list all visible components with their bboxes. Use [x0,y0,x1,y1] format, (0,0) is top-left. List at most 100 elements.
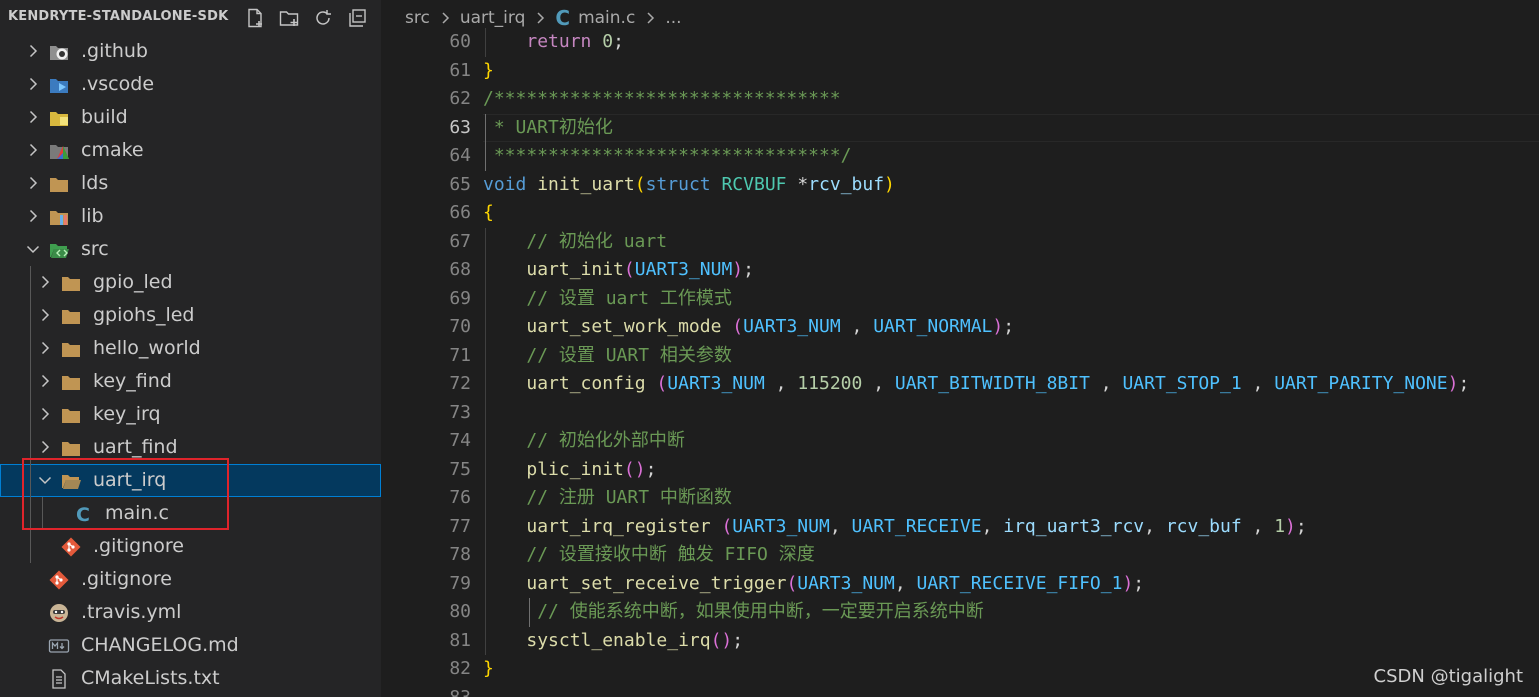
chevron-right-icon[interactable] [24,141,42,159]
chevron-right-icon[interactable] [36,306,54,324]
tree-folder-key-irq[interactable]: key_irq [0,398,381,431]
code-line[interactable]: 65 void init_uart(struct RCVBUF *rcv_buf) [381,171,1539,200]
code-token: ( [634,173,646,195]
code-line[interactable]: 70 uart_set_work_mode (UART3_NUM , UART_… [381,313,1539,342]
code-line[interactable]: 76 // 注册 UART 中断函数 [381,484,1539,513]
code-line[interactable]: 71 // 设置 UART 相关参数 [381,341,1539,370]
tree-file-gitignore[interactable]: .gitignore [0,530,381,563]
code-token: UART3_NUM [634,259,733,280]
line-code: return 0; [483,28,624,57]
chevron-right-icon[interactable] [24,42,42,60]
line-code: } [483,655,494,684]
tree-folder-cmake[interactable]: cmake [0,134,381,167]
svg-text:C: C [76,504,90,525]
code-line[interactable]: 83 [381,684,1539,697]
tree-folder-gpio-led[interactable]: gpio_led [0,266,381,299]
code-line[interactable]: 72 uart_config (UART3_NUM , 115200 , UAR… [381,370,1539,399]
chevron-down-icon[interactable] [36,471,54,489]
code-line[interactable]: 77 uart_irq_register (UART3_NUM, UART_RE… [381,512,1539,541]
code-line[interactable]: 63 * UART初始化 [381,113,1539,142]
code-token: } [483,658,494,679]
tree-folder-vscode[interactable]: .vscode [0,68,381,101]
refresh-icon[interactable] [306,4,340,32]
tree-file-main-c[interactable]: Cmain.c [0,497,381,530]
chevron-down-icon[interactable] [24,240,42,258]
code-line[interactable]: 82} [381,655,1539,684]
code-token: , [764,373,798,394]
line-code: { [483,199,494,228]
code-line[interactable]: 75 plic_init(); [381,455,1539,484]
chevron-right-icon[interactable] [36,339,54,357]
code-line[interactable]: 60 return 0; [381,28,1539,57]
code-token: ) [1122,572,1134,594]
code-token: ( [656,373,668,394]
code-line[interactable]: 62 /******************************** [381,85,1539,114]
code-line[interactable]: 81 sysctl_enable_irq(); [381,626,1539,655]
line-number: 75 [449,458,471,480]
code-token: () [710,629,733,651]
code-line[interactable]: 73 [381,398,1539,427]
chevron-right-icon[interactable] [36,372,54,390]
line-number: 80 [449,601,471,622]
tree-file-changelog-md[interactable]: CHANGELOG.md [0,629,381,662]
new-file-icon[interactable] [238,4,272,32]
code-token: ) [1285,515,1296,537]
markdown-file-icon [48,635,70,657]
code-token: uart_init [526,259,624,280]
c-file-icon: C [72,503,94,525]
code-line[interactable]: 74 // 初始化外部中断 [381,427,1539,456]
breadcrumb-main-c[interactable]: main.c [578,8,635,28]
tree-item-label: key_find [93,370,172,392]
line-number: 82 [449,658,471,679]
code-editor[interactable]: 60 return 0; 61} 62/**********************… [381,28,1539,697]
tree-folder-hello-world[interactable]: hello_world [0,332,381,365]
tree-folder-lds[interactable]: lds [0,167,381,200]
line-number: 67 [449,230,471,252]
chevron-right-icon[interactable] [36,438,54,456]
line-code: uart_config (UART3_NUM , 115200 , UART_B… [483,370,1469,399]
breadcrumb-uart-irq[interactable]: uart_irq [460,8,526,28]
code-line[interactable]: 66 { [381,199,1539,228]
chevron-right-icon[interactable] [24,207,42,225]
indent-guide [30,365,31,398]
line-code: // 初始化外部中断 [483,427,685,456]
vscode-folder-icon [48,74,70,96]
breadcrumb-src[interactable]: src [405,8,430,28]
tree-folder-src[interactable]: src [0,233,381,266]
code-line[interactable]: 69 // 设置 uart 工作模式 [381,284,1539,313]
code-line[interactable]: 80 // 使能系统中断，如果使用中断，一定要开启系统中断 [381,598,1539,627]
tree-folder-uart-irq[interactable]: uart_irq [0,464,381,497]
line-code: // 初始化 uart [483,228,667,257]
tree-file-cmakelists-txt[interactable]: CMakeLists.txt [0,662,381,695]
tree-folder-uart-find[interactable]: uart_find [0,431,381,464]
tree-folder-gpiohs-led[interactable]: gpiohs_led [0,299,381,332]
collapse-all-icon[interactable] [340,4,374,32]
new-folder-icon[interactable] [272,4,306,32]
tree-folder-build[interactable]: build [0,101,381,134]
code-token: ; [743,259,754,280]
tree-file-travis-yml[interactable]: .travis.yml [0,596,381,629]
code-line[interactable]: 68 uart_init(UART3_NUM); [381,256,1539,285]
code-line[interactable]: 61} [381,57,1539,86]
tree-folder-github[interactable]: .github [0,35,381,68]
explorer-title[interactable]: KENDRYTE-STANDALONE-SDK [8,9,236,24]
chevron-right-icon[interactable] [24,174,42,192]
chevron-right-icon[interactable] [24,108,42,126]
tree-file-gitignore[interactable]: .gitignore [0,563,381,596]
tree-folder-key-find[interactable]: key_find [0,365,381,398]
code-line[interactable]: 78 // 设置接收中断 触发 FIFO 深度 [381,541,1539,570]
chevron-right-icon[interactable] [36,273,54,291]
breadcrumb-symbols[interactable]: ... [665,8,681,28]
code-line[interactable]: 67 // 初始化 uart [381,227,1539,257]
code-line[interactable]: 64 ********************************/ [381,142,1539,171]
code-token: void [483,173,527,195]
chevron-right-icon[interactable] [36,405,54,423]
code-line[interactable]: 79 uart_set_receive_trigger(UART3_NUM, U… [381,569,1539,598]
tree-item-label: gpio_led [93,271,173,293]
chevron-right-icon[interactable] [24,75,42,93]
tree-item-label: lds [81,172,109,194]
indent-guide [30,266,31,299]
tree-folder-lib[interactable]: lib [0,200,381,233]
code-token: ( [623,259,635,280]
